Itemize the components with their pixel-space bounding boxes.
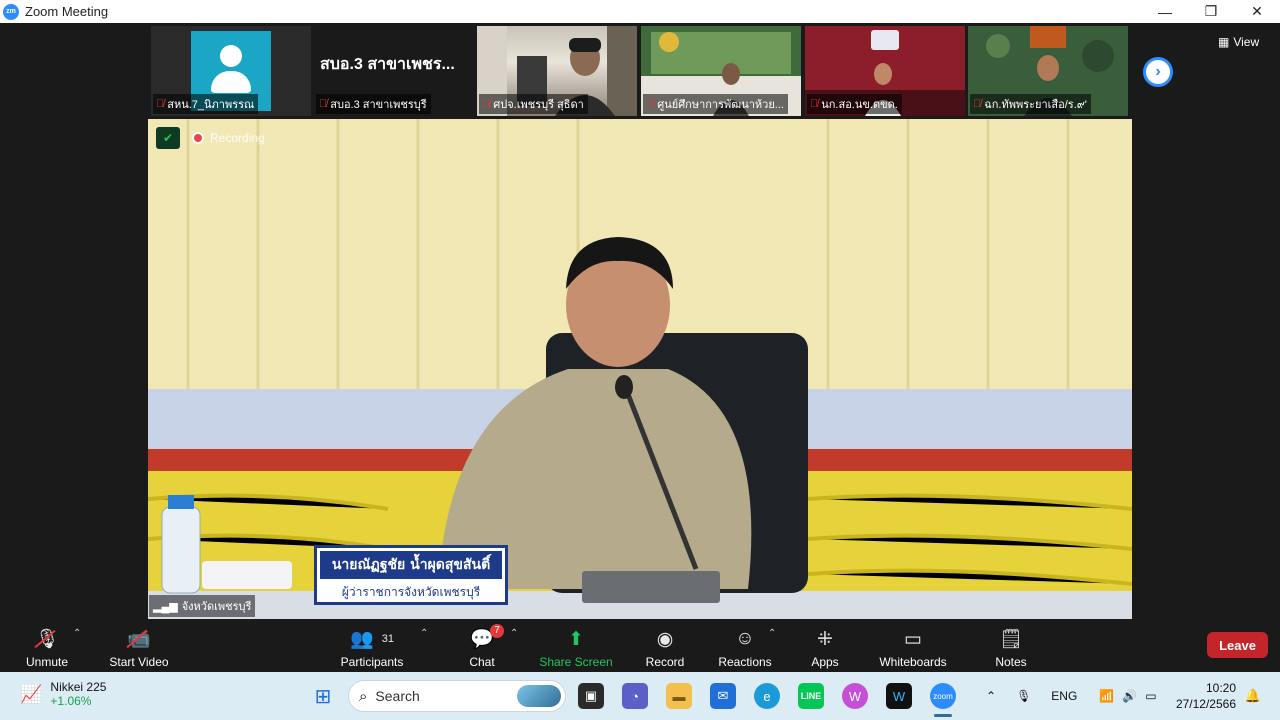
speaker-scene [148,119,1132,619]
speaker-nameplate: นายณัฏฐชัย น้ำผุดสุขสันติ์ ผู้ว่าราชการจ… [314,545,508,605]
leave-button[interactable]: Leave [1207,632,1268,658]
participant-thumbnail[interactable]: 🎙̸ นก.สอ.นข.ดขด. [805,26,965,116]
task-view-icon[interactable]: ▣ [578,683,604,709]
search-icon: ⌕ [359,687,368,705]
video-camera-off-icon: 📹 [127,626,151,652]
title-bar: zm Zoom Meeting — ❐ ✕ [0,0,1280,23]
vivaldi-browser-icon[interactable]: W [842,683,868,709]
mic-muted-icon: 🎙̸ [646,98,655,110]
chat-unread-badge: 7 [490,624,504,638]
mic-muted-icon: 🎙̸ [482,98,491,110]
nameplate-name: นายณัฏฐชัย น้ำผุดสุขสันติ์ [320,551,502,579]
os-taskbar: 📈 Nikkei 225 +1.06% ⊞ ⌕ Search ▣ ◔ ▬ ✉ e… [0,672,1280,720]
system-tray: ⌃ 🎙 ENG 📶 🔊 ▭ [986,672,1157,720]
share-screen-icon: ⬆ [568,628,584,650]
participant-name-tag: 🎙̸ ศปจ.เพชรบุรี สุธิดา [479,94,588,114]
participant-name-tag: 🎙̸ สบอ.3 สาขาเพชรบุรี [316,94,431,114]
chat-bubble-icon: 💬 7 [470,624,504,652]
participant-name-tag: 🎙̸ ฉก.ทัพพระยาเสือ/ร.๙' [970,94,1091,114]
participant-thumbnail[interactable]: 🎙̸ ศปจ.เพชรบุรี สุธิดา [477,26,637,116]
recording-indicator: Recording [192,131,265,145]
reactions-smiley-icon: ☺ [735,628,755,649]
whiteboards-button[interactable]: ▭ Whiteboards [876,623,950,670]
maximize-button[interactable]: ❐ [1188,0,1234,23]
taskbar-clock[interactable]: 10:20 27/12/2566 [1168,680,1236,712]
unmute-button[interactable]: 🎙 Unmute [24,623,70,669]
notes-icon: 🗒 [998,629,1024,650]
participant-thumbnail[interactable]: 🎙̸ สหน.7_นิภาพรรณ [151,26,311,116]
stock-trend-up-icon: 📈 [20,683,43,704]
participants-count: 31 [381,633,394,645]
mic-muted-icon: 🎙̸ [156,98,165,110]
window-controls: — ❐ ✕ [1142,0,1280,23]
start-video-button[interactable]: 📹 Start Video [104,623,174,669]
share-screen-button[interactable]: ⬆ Share Screen [539,623,612,670]
notes-button[interactable]: 🗒 Notes [992,623,1030,669]
encryption-shield-icon[interactable]: ✔ [156,127,180,149]
volume-icon[interactable]: 🔊 [1122,689,1137,703]
wifi-icon[interactable]: 📶 [1099,689,1114,703]
participant-thumbnail[interactable]: 🎙̸ ศูนย์ศึกษาการพัฒนาห้วย... [641,26,801,116]
battery-icon[interactable]: ▭ [1145,689,1156,703]
chat-options-chevron-icon[interactable]: ⌃ [510,628,518,639]
meeting-toolbar: 🎙 Unmute ⌃ 📹 Start Video 👥 31 Participant… [0,620,1280,672]
minimize-button[interactable]: — [1142,0,1188,23]
next-page-arrow-icon[interactable]: › [1143,57,1173,87]
reactions-button[interactable]: ☺ Reactions [716,623,774,669]
active-app-indicator [934,714,952,717]
participant-name-tag: ▂▄▆ จังหวัดเพชรบุรี [149,595,256,617]
signal-strength-icon: ▂▄▆ [153,600,178,613]
chat-button[interactable]: 💬 7 Chat [466,623,504,669]
mic-muted-icon: 🎙̸ [319,98,328,110]
participant-name-tag: 🎙̸ ศูนย์ศึกษาการพัฒนาห้วย... [643,94,788,114]
ms-teams-icon[interactable]: W [886,683,912,709]
apps-icon: ⁜ [817,628,833,650]
participant-name-tag: 🎙̸ นก.สอ.นข.ดขด. [807,94,902,114]
record-icon: ◉ [656,628,674,650]
mic-muted-icon: 🎙̸ [810,98,819,110]
participant-thumbnail[interactable]: 🎙̸ ฉก.ทัพพระยาเสือ/ร.๙' [968,26,1128,116]
mic-muted-icon: 🎙̸ [973,98,982,110]
language-indicator[interactable]: ENG [1051,689,1077,703]
recording-dot-icon [192,132,204,144]
participants-button[interactable]: 👥 31 Participants [338,623,406,669]
zoom-app-icon[interactable]: zoom [930,683,956,709]
participants-icon: 👥 31 [350,629,394,650]
reactions-options-chevron-icon[interactable]: ⌃ [768,628,776,639]
window-title: Zoom Meeting [25,4,109,19]
taskbar-search-box[interactable]: ⌕ Search [348,680,566,712]
participant-thumbnail[interactable]: สบอ.3 สาขาเพชร... 🎙̸ สบอ.3 สาขาเพชรบุรี [314,26,474,116]
participants-options-chevron-icon[interactable]: ⌃ [420,628,428,639]
mail-icon[interactable]: ✉ [710,683,736,709]
participant-display-name: สบอ.3 สาขาเพชร... [320,56,455,73]
grid-icon: ▦ [1218,35,1230,49]
microphone-icon[interactable]: 🎙 [1016,689,1031,703]
microphone-muted-icon: 🎙 [35,626,59,652]
apps-button[interactable]: ⁜ Apps [808,623,842,670]
windows-start-icon[interactable]: ⊞ [310,683,336,709]
stock-widget[interactable]: 📈 Nikkei 225 +1.06% [20,680,106,708]
main-speaker-video[interactable]: ✔ Recording นายณัฏฐชัย น้ำผุดสุขสันติ์ ผ… [148,119,1132,619]
edge-browser-icon[interactable]: e [754,683,780,709]
nameplate-title: ผู้ว่าราชการจังหวัดเพชรบุรี [341,585,481,599]
file-explorer-icon[interactable]: ▬ [666,683,692,709]
zoom-logo-icon: zm [3,3,19,20]
close-button[interactable]: ✕ [1234,0,1280,23]
whiteboard-icon: ▭ [904,628,922,650]
meeting-area: 🎙̸ สหน.7_นิภาพรรณ สบอ.3 สาขาเพชร... 🎙̸ ส… [0,23,1280,620]
record-button[interactable]: ◉ Record [644,623,686,670]
view-button[interactable]: ▦ View [1218,35,1259,49]
search-highlight-image [517,685,561,707]
show-hidden-icons-chevron-icon[interactable]: ⌃ [986,689,996,703]
teams-chat-icon[interactable]: ◔ [622,683,648,709]
line-app-icon[interactable]: LINE [798,683,824,709]
notification-bell-icon[interactable]: 🔔 [1240,683,1266,709]
audio-options-chevron-icon[interactable]: ⌃ [73,628,81,639]
participant-name-tag: 🎙̸ สหน.7_นิภาพรรณ [153,94,259,114]
